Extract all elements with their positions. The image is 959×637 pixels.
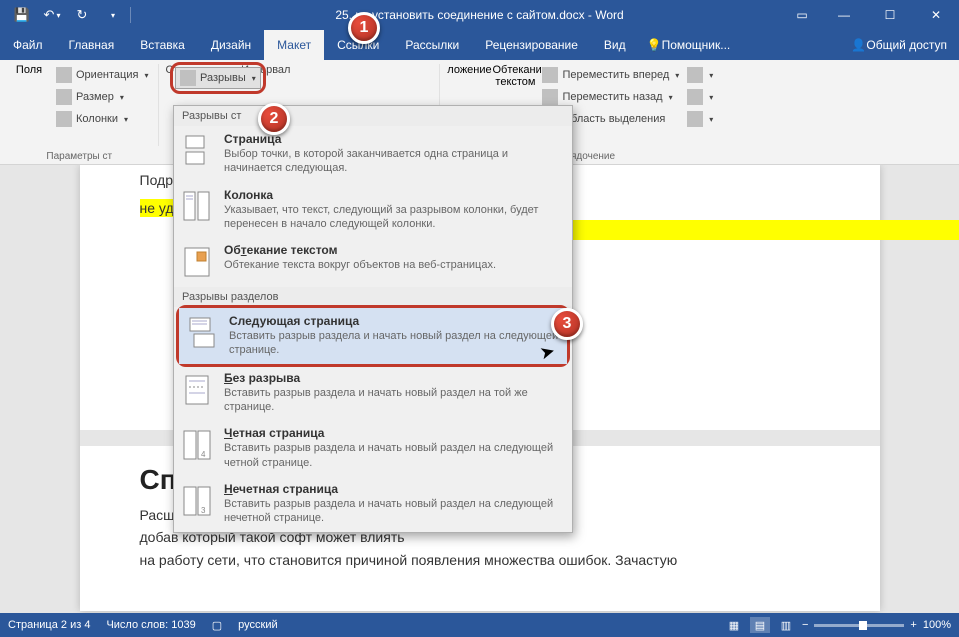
- menu-section-page-breaks: Разрывы ст: [174, 106, 572, 126]
- window-title: 25. не установить соединение с сайтом.do…: [335, 8, 623, 22]
- group-icon: [687, 89, 703, 105]
- zoom-slider[interactable]: [814, 624, 904, 627]
- align-button[interactable]: ▾: [683, 64, 717, 86]
- forward-icon: [542, 67, 558, 83]
- undo-button[interactable]: ↶▾: [38, 3, 66, 27]
- orientation-icon: [56, 67, 72, 83]
- close-button[interactable]: ✕: [913, 0, 959, 30]
- callout-3: 3: [551, 308, 583, 340]
- breaks-button[interactable]: Разрывы▾: [175, 67, 261, 89]
- next-page-icon: [187, 316, 217, 350]
- margins-button[interactable]: Поля: [6, 64, 52, 144]
- rotate-button[interactable]: ▾: [683, 108, 717, 130]
- columns-button[interactable]: Колонки▾: [52, 108, 152, 130]
- menu-item-desc: Обтекание текста вокруг объектов на веб-…: [224, 258, 564, 272]
- odd-page-icon: 3: [182, 484, 212, 518]
- align-icon: [687, 67, 703, 83]
- tab-layout[interactable]: Макет: [264, 30, 324, 60]
- breaks-button-highlight: Разрывы▾: [170, 62, 266, 94]
- menu-item-desc: Вставить разрыв раздела и начать новый р…: [224, 497, 564, 526]
- tab-insert[interactable]: Вставка: [127, 30, 198, 60]
- zoom-level[interactable]: 100%: [923, 619, 951, 631]
- share-label: Общий доступ: [866, 38, 947, 52]
- menu-item-desc: Вставить разрыв раздела и начать новый р…: [224, 386, 564, 415]
- size-button[interactable]: Размер▾: [52, 86, 152, 108]
- size-icon: [56, 89, 72, 105]
- view-read-mode[interactable]: ▦: [724, 617, 744, 633]
- redo-button[interactable]: ↻: [68, 3, 96, 27]
- tab-design[interactable]: Дизайн: [198, 30, 264, 60]
- tell-me[interactable]: 💡 Помощник...: [647, 30, 731, 60]
- zoom-in-button[interactable]: +: [910, 619, 916, 631]
- qat-customize[interactable]: ▾: [98, 3, 126, 27]
- status-language[interactable]: русский: [238, 619, 277, 631]
- ribbon-tabs: Файл Главная Вставка Дизайн Макет Ссылки…: [0, 30, 959, 60]
- tab-home[interactable]: Главная: [56, 30, 128, 60]
- column-break-icon: [182, 190, 212, 224]
- save-button[interactable]: 💾: [8, 3, 36, 27]
- menu-item-title: Колонка: [224, 188, 564, 202]
- breaks-dropdown: Разрывы ст СтраницаВыбор точки, в которо…: [173, 105, 573, 533]
- backward-icon: [542, 89, 558, 105]
- group-page-setup-label: Параметры ст: [0, 151, 158, 162]
- quick-access-toolbar: 💾 ↶▾ ↻ ▾: [0, 3, 133, 27]
- rotate-icon: [687, 111, 703, 127]
- view-print-layout[interactable]: ▤: [750, 617, 770, 633]
- breaks-icon: [180, 70, 196, 86]
- page-break-icon: [182, 134, 212, 168]
- callout-1: 1: [348, 12, 380, 44]
- menu-item-column[interactable]: КолонкаУказывает, что текст, следующий з…: [174, 182, 572, 238]
- menu-item-title: Без разрыва: [224, 371, 564, 385]
- ribbon-options-button[interactable]: ▭: [783, 0, 821, 30]
- menu-item-title: Нечетная страница: [224, 482, 564, 496]
- menu-item-desc: Выбор точки, в которой заканчивается одн…: [224, 147, 564, 176]
- menu-item-next-page-highlight: Следующая страницаВставить разрыв раздел…: [176, 305, 570, 367]
- menu-item-title: Обтекание текстом: [224, 243, 564, 257]
- minimize-button[interactable]: —: [821, 0, 867, 30]
- orientation-button[interactable]: Ориентация▾: [52, 64, 152, 86]
- bring-forward-button[interactable]: Переместить вперед▾: [538, 64, 683, 86]
- menu-item-even-page[interactable]: 4 Четная страницаВставить разрыв раздела…: [174, 420, 572, 476]
- menu-section-section-breaks: Разрывы разделов: [174, 287, 572, 307]
- menu-item-odd-page[interactable]: 3 Нечетная страницаВставить разрыв разде…: [174, 476, 572, 532]
- status-bar: Страница 2 из 4 Число слов: 1039 ▢ русск…: [0, 613, 959, 637]
- menu-item-continuous[interactable]: Без разрываВставить разрыв раздела и нач…: [174, 365, 572, 421]
- tab-view[interactable]: Вид: [591, 30, 639, 60]
- zoom-out-button[interactable]: −: [802, 619, 808, 631]
- menu-item-desc: Вставить разрыв раздела и начать новый р…: [224, 441, 564, 470]
- menu-item-text-wrapping[interactable]: Обтекание текстомОбтекание текста вокруг…: [174, 237, 572, 287]
- tell-me-label: Помощник...: [662, 38, 731, 52]
- svg-text:3: 3: [201, 506, 206, 515]
- continuous-icon: [182, 373, 212, 407]
- menu-item-title: Четная страница: [224, 426, 564, 440]
- menu-item-next-page[interactable]: Следующая страницаВставить разрыв раздел…: [179, 308, 567, 364]
- maximize-button[interactable]: ☐: [867, 0, 913, 30]
- status-proofing-icon[interactable]: ▢: [212, 619, 222, 632]
- menu-item-desc: Указывает, что текст, следующий за разры…: [224, 203, 564, 232]
- callout-2: 2: [258, 103, 290, 135]
- even-page-icon: 4: [182, 428, 212, 462]
- svg-text:4: 4: [201, 450, 206, 459]
- share-button[interactable]: 👤 Общий доступ: [851, 30, 959, 60]
- view-web-layout[interactable]: ▥: [776, 617, 796, 633]
- status-word-count[interactable]: Число слов: 1039: [106, 619, 195, 631]
- status-page[interactable]: Страница 2 из 4: [8, 619, 90, 631]
- doc-para: на работу сети, что становится причиной …: [140, 549, 820, 571]
- text-wrap-break-icon: [182, 245, 212, 279]
- group-button[interactable]: ▾: [683, 86, 717, 108]
- menu-item-title: Следующая страница: [229, 314, 559, 328]
- tab-mailings[interactable]: Рассылки: [392, 30, 472, 60]
- menu-item-desc: Вставить разрыв раздела и начать новый р…: [229, 329, 559, 358]
- columns-icon: [56, 111, 72, 127]
- tab-file[interactable]: Файл: [0, 30, 56, 60]
- tab-review[interactable]: Рецензирование: [472, 30, 591, 60]
- title-bar: 💾 ↶▾ ↻ ▾ 25. не установить соединение с …: [0, 0, 959, 30]
- menu-item-page[interactable]: СтраницаВыбор точки, в которой заканчива…: [174, 126, 572, 182]
